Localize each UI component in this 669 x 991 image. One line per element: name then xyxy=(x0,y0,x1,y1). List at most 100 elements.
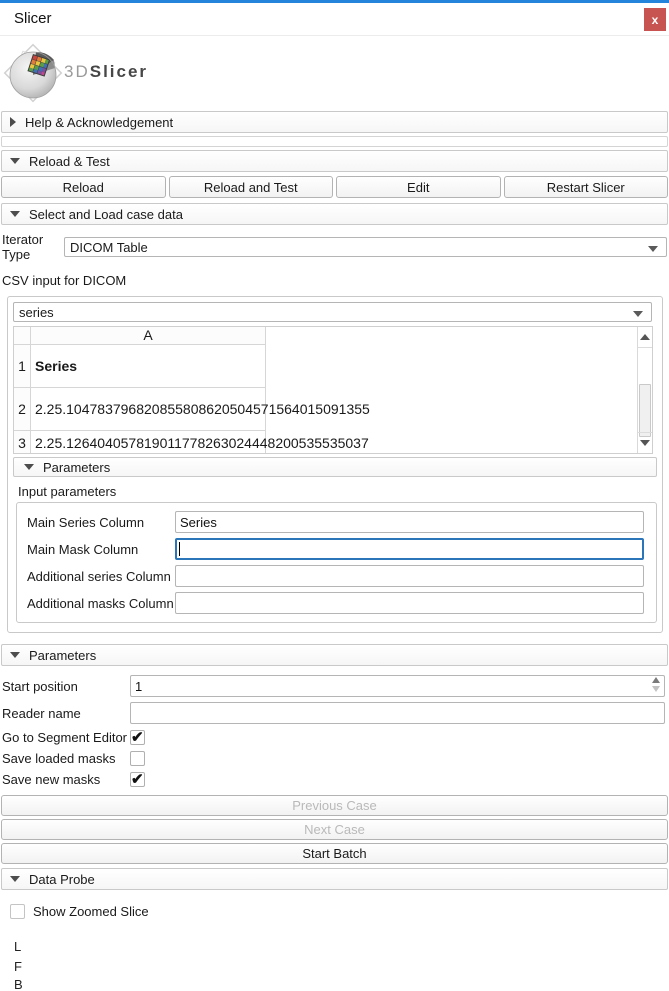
show-zoomed-slice-label: Show Zoomed Slice xyxy=(33,904,149,919)
reader-name-row: Reader name xyxy=(2,702,667,724)
reload-button[interactable]: Reload xyxy=(1,176,166,198)
expanded-arrow-icon xyxy=(10,652,20,658)
orientation-label-b: B xyxy=(14,977,669,991)
additional-series-row: Additional series Column xyxy=(27,565,644,587)
table-corner-cell[interactable] xyxy=(14,327,31,345)
start-batch-button[interactable]: Start Batch xyxy=(1,843,668,864)
section-label: Help & Acknowledgement xyxy=(25,115,173,130)
row-header[interactable]: 2 xyxy=(14,388,31,431)
scroll-down-button[interactable] xyxy=(638,432,652,453)
dropdown-arrow-icon xyxy=(633,311,643,317)
text-caret xyxy=(179,542,180,556)
dropdown-arrow-icon xyxy=(648,246,658,252)
expanded-arrow-icon xyxy=(10,211,20,217)
table-cell[interactable]: 2.25.10478379682085580862050457156401509… xyxy=(31,388,266,431)
row-header[interactable]: 3 xyxy=(14,431,31,454)
reader-name-input[interactable] xyxy=(130,702,665,724)
table-row: 3 2.25.126404057819011778263024448200535… xyxy=(14,431,652,454)
logo-text-slicer: Slicer xyxy=(90,62,148,81)
section-label: Data Probe xyxy=(29,872,95,887)
reader-name-label: Reader name xyxy=(2,706,130,721)
previous-case-button[interactable]: Previous Case xyxy=(1,795,668,816)
help-collapsed-content xyxy=(1,136,668,147)
show-zoomed-slice-row: Show Zoomed Slice xyxy=(10,904,669,919)
cell-value: Series xyxy=(35,358,77,374)
restart-slicer-button[interactable]: Restart Slicer xyxy=(504,176,669,198)
section-label: Parameters xyxy=(43,460,110,475)
button-label: Edit xyxy=(407,180,429,195)
edit-button[interactable]: Edit xyxy=(336,176,501,198)
button-label: Restart Slicer xyxy=(547,180,625,195)
input-parameters-group: Main Series Column Main Mask Column Addi… xyxy=(16,502,657,623)
additional-masks-column-input[interactable] xyxy=(175,592,644,614)
close-icon: x xyxy=(652,13,659,27)
section-label: Parameters xyxy=(29,648,96,663)
column-header-label: A xyxy=(143,327,152,343)
start-position-row: Start position xyxy=(2,675,667,697)
iterator-type-row: Iterator Type DICOM Table xyxy=(2,232,667,262)
button-label: Reload and Test xyxy=(204,180,298,195)
checkbox-label: Save new masks xyxy=(2,772,130,787)
table-row: 2 2.25.104783796820855808620504571564015… xyxy=(14,388,652,431)
section-help-acknowledgement[interactable]: Help & Acknowledgement xyxy=(1,111,668,133)
additional-series-column-input[interactable] xyxy=(175,565,644,587)
button-label: Reload xyxy=(63,180,104,195)
expanded-arrow-icon xyxy=(10,876,20,882)
scrollbar-thumb[interactable] xyxy=(639,384,651,437)
window-title: Slicer xyxy=(14,10,52,27)
row-number: 3 xyxy=(18,435,26,451)
field-label: Main Mask Column xyxy=(27,542,175,557)
save-new-masks-row: Save new masks xyxy=(2,771,667,787)
series-combobox[interactable]: series xyxy=(13,302,652,322)
vertical-scrollbar[interactable] xyxy=(637,327,652,453)
main-mask-column-input[interactable] xyxy=(175,538,644,560)
next-case-button[interactable]: Next Case xyxy=(1,819,668,840)
column-header-A[interactable]: A xyxy=(31,327,266,345)
reload-and-test-button[interactable]: Reload and Test xyxy=(169,176,334,198)
spin-up-icon xyxy=(652,677,660,683)
show-zoomed-slice-checkbox[interactable] xyxy=(10,904,25,919)
expanded-arrow-icon xyxy=(24,464,34,470)
save-loaded-masks-row: Save loaded masks xyxy=(2,750,667,766)
button-label: Next Case xyxy=(304,822,365,837)
main-series-row: Main Series Column xyxy=(27,511,644,533)
section-select-load-case[interactable]: Select and Load case data xyxy=(1,203,668,225)
slicer-logo-icon xyxy=(3,38,65,108)
scroll-down-icon xyxy=(640,440,650,446)
checkbox-label: Save loaded masks xyxy=(2,751,130,766)
field-label: Additional masks Column xyxy=(27,596,175,611)
row-number: 1 xyxy=(18,358,26,374)
logo-text-3d: 3D xyxy=(64,62,90,81)
title-bar: Slicer x xyxy=(0,3,669,36)
section-data-probe[interactable]: Data Probe xyxy=(1,868,668,890)
logo-wordmark: 3DSlicer xyxy=(64,62,148,82)
orientation-label-l: L xyxy=(14,939,669,954)
scroll-up-button[interactable] xyxy=(638,327,652,348)
go-to-segment-editor-checkbox[interactable] xyxy=(130,730,145,745)
section-label: Select and Load case data xyxy=(29,207,183,222)
field-label: Main Series Column xyxy=(27,515,175,530)
cell-value: 2.25.12640405781901177826302444820053553… xyxy=(35,435,369,451)
logo-banner: 3DSlicer xyxy=(0,36,669,110)
section-input-parameters[interactable]: Parameters xyxy=(13,457,657,477)
save-new-masks-checkbox[interactable] xyxy=(130,772,145,787)
table-cell[interactable]: Series xyxy=(31,345,266,388)
csv-input-label: CSV input for DICOM xyxy=(2,273,669,288)
main-series-column-input[interactable] xyxy=(175,511,644,533)
spinner-buttons[interactable] xyxy=(649,677,663,692)
button-label: Start Batch xyxy=(302,846,366,861)
section-parameters[interactable]: Parameters xyxy=(1,644,668,666)
input-parameters-label: Input parameters xyxy=(18,484,657,499)
row-header[interactable]: 1 xyxy=(14,345,31,388)
start-position-spinbox[interactable] xyxy=(130,675,665,697)
close-button[interactable]: x xyxy=(644,8,666,31)
button-label: Previous Case xyxy=(292,798,377,813)
iterator-type-combobox[interactable]: DICOM Table xyxy=(64,237,667,257)
section-label: Reload & Test xyxy=(29,154,110,169)
dicom-table: A 1 Series 2 2.25.1047837968208558086205… xyxy=(13,326,653,454)
save-loaded-masks-checkbox[interactable] xyxy=(130,751,145,766)
combobox-value: series xyxy=(19,305,54,320)
start-position-label: Start position xyxy=(2,679,130,694)
table-cell[interactable]: 2.25.12640405781901177826302444820053553… xyxy=(31,431,266,454)
section-reload-test[interactable]: Reload & Test xyxy=(1,150,668,172)
